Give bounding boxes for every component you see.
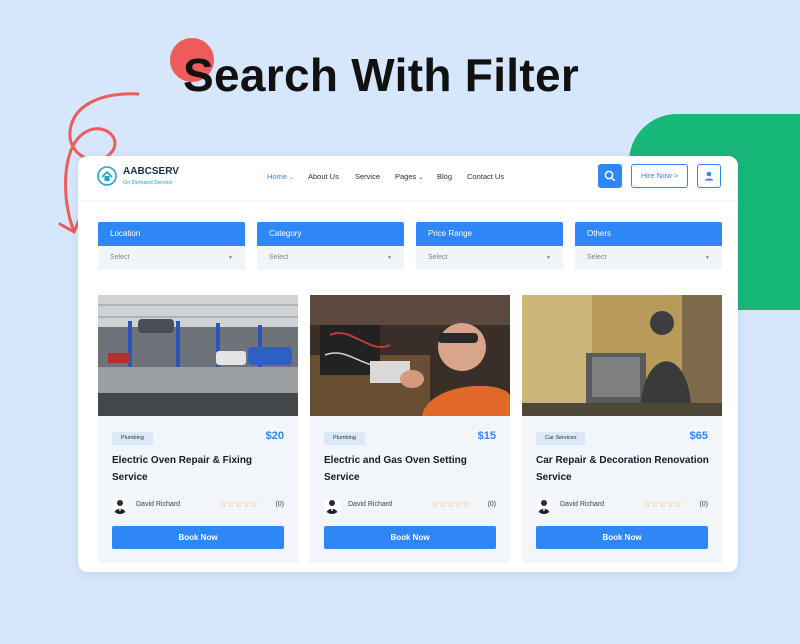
rating-stars: ☆☆☆☆☆: [643, 499, 683, 509]
review-count: (0): [275, 501, 284, 508]
filter-price-range[interactable]: Price Range Select ▼: [416, 222, 563, 270]
avatar: [112, 498, 128, 514]
user-account-button[interactable]: [697, 164, 721, 188]
hire-now-button[interactable]: Hire Now >: [631, 164, 688, 188]
category-badge: Plumbing: [112, 432, 153, 445]
review-count: (0): [487, 501, 496, 508]
book-now-button[interactable]: Book Now: [536, 526, 708, 549]
price-range-select[interactable]: Select ▼: [416, 246, 563, 270]
service-photo-mechanic: [522, 295, 722, 416]
service-title[interactable]: Car Repair & Decoration Renovation Servi…: [536, 452, 712, 486]
filter-others[interactable]: Others Select ▼: [575, 222, 722, 270]
filter-label: Category: [257, 222, 404, 246]
nav-contact-us[interactable]: Contact Us: [467, 172, 504, 181]
others-select[interactable]: Select ▼: [575, 246, 722, 270]
service-card[interactable]: Plumbing $15 Electric and Gas Oven Setti…: [310, 295, 510, 563]
service-card[interactable]: Car Services $65 Car Repair & Decoration…: [522, 295, 722, 563]
logo-icon: [97, 166, 117, 186]
service-photo-garage: [98, 295, 298, 416]
brand-tagline: On Demand Service: [123, 180, 173, 186]
book-now-button[interactable]: Book Now: [112, 526, 284, 549]
filter-category[interactable]: Category Select ▼: [257, 222, 404, 270]
caret-down-icon: ▼: [546, 255, 551, 261]
rating-stars: ☆☆☆☆☆: [219, 499, 259, 509]
author-name: David Richard: [136, 501, 180, 508]
service-photo-electronics: [310, 295, 510, 416]
service-title[interactable]: Electric Oven Repair & Fixing Service: [112, 452, 288, 486]
author-name: David Richard: [560, 501, 604, 508]
nav-about-us[interactable]: About Us: [308, 172, 339, 181]
app-window: AABCSERV On Demand Service Home ⌄ About U…: [78, 156, 738, 572]
nav-home[interactable]: Home ⌄: [267, 172, 294, 181]
service-title[interactable]: Electric and Gas Oven Setting Service: [324, 452, 500, 486]
price-label: $15: [477, 430, 496, 442]
book-now-button[interactable]: Book Now: [324, 526, 496, 549]
review-count: (0): [699, 501, 708, 508]
category-badge: Plumbing: [324, 432, 365, 445]
chevron-down-icon: ⌄: [289, 175, 295, 181]
avatar: [536, 498, 552, 514]
service-card[interactable]: Plumbing $20 Electric Oven Repair & Fixi…: [98, 295, 298, 563]
filter-label: Price Range: [416, 222, 563, 246]
brand-name: AABCSERV: [123, 166, 179, 177]
user-icon: [704, 171, 714, 181]
filter-label: Others: [575, 222, 722, 246]
top-navbar: AABCSERV On Demand Service Home ⌄ About U…: [78, 156, 738, 200]
caret-down-icon: ▼: [228, 255, 233, 261]
caret-down-icon: ▼: [705, 255, 710, 261]
author-name: David Richard: [348, 501, 392, 508]
location-select[interactable]: Select ▼: [98, 246, 245, 270]
chevron-down-icon: ⌄: [418, 175, 424, 181]
filter-label: Location: [98, 222, 245, 246]
filter-location[interactable]: Location Select ▼: [98, 222, 245, 270]
price-label: $20: [265, 430, 284, 442]
price-label: $65: [689, 430, 708, 442]
rating-stars: ☆☆☆☆☆: [431, 499, 471, 509]
search-icon: [604, 170, 616, 182]
caret-down-icon: ▼: [387, 255, 392, 261]
avatar: [324, 498, 340, 514]
nav-blog[interactable]: Blog: [437, 172, 452, 181]
page-headline: Search With Filter: [183, 49, 580, 101]
nav-pages[interactable]: Pages ⌄: [395, 172, 423, 181]
category-select[interactable]: Select ▼: [257, 246, 404, 270]
category-badge: Car Services: [536, 432, 586, 445]
search-button[interactable]: [598, 164, 622, 188]
nav-service[interactable]: Service: [355, 172, 380, 181]
